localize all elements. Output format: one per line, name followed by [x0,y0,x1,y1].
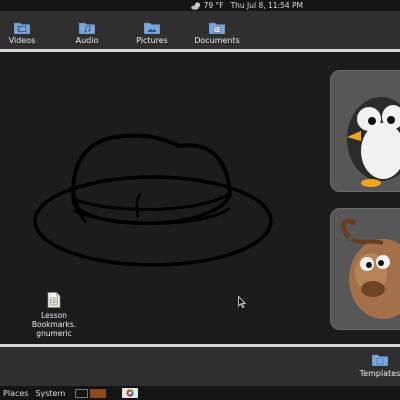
cloudy-moon-icon[interactable] [190,1,201,10]
penguin-icon [347,97,400,187]
lesson-bookmarks-label: Lesson Bookmarks. gnumeric [31,311,77,338]
weather-temperature[interactable]: 79 °F [204,1,224,10]
spreadsheet-file-icon [47,292,61,308]
documents-folder-label: Documents [194,36,240,45]
audio-folder[interactable]: Audio [57,21,117,45]
videos-folder-label: Videos [8,36,36,45]
audio-folder-label: Audio [75,36,99,45]
pictures-folder-label: Pictures [136,36,168,45]
gnu-tile[interactable] [330,208,400,330]
status-area: 79 °F Thu Jul 8, 11:54 PM [190,1,303,10]
browser-icon [126,389,134,397]
pictures-folder-icon [144,22,160,34]
clock[interactable]: Thu Jul 8, 11:54 PM [231,1,303,10]
bottom-shelf: Templates [0,344,400,386]
top-panel: 79 °F Thu Jul 8, 11:54 PM [0,0,400,11]
workspace-2[interactable] [90,388,107,398]
taskbar: Places System [0,386,400,400]
browser-launcher[interactable] [122,388,139,398]
documents-folder-icon [209,22,225,34]
workspace-1[interactable] [75,388,89,398]
templates-folder-label: Templates [359,369,400,378]
hat-wallpaper-art [33,133,273,267]
places-menu[interactable]: Places [3,389,28,398]
desktop[interactable]: Lesson Bookmarks. gnumeric [0,52,400,347]
penguin-tile[interactable] [330,70,400,192]
documents-folder[interactable]: Documents [187,21,247,45]
lesson-bookmarks-file[interactable]: Lesson Bookmarks. gnumeric [22,292,86,338]
bottom-shelf-divider [0,344,400,347]
top-shelf: Videos Audio Pictures Documents [0,11,400,52]
system-menu[interactable]: System [35,389,65,398]
music-folder-icon [79,22,95,34]
videos-folder[interactable]: Videos [0,21,52,45]
pictures-folder[interactable]: Pictures [122,21,182,45]
mouse-pointer-icon [238,296,246,308]
video-folder-icon [14,22,30,34]
templates-folder[interactable]: Templates [355,353,400,378]
workspace-switcher [73,388,107,398]
templates-folder-icon [372,354,388,366]
gnu-icon [340,218,400,319]
